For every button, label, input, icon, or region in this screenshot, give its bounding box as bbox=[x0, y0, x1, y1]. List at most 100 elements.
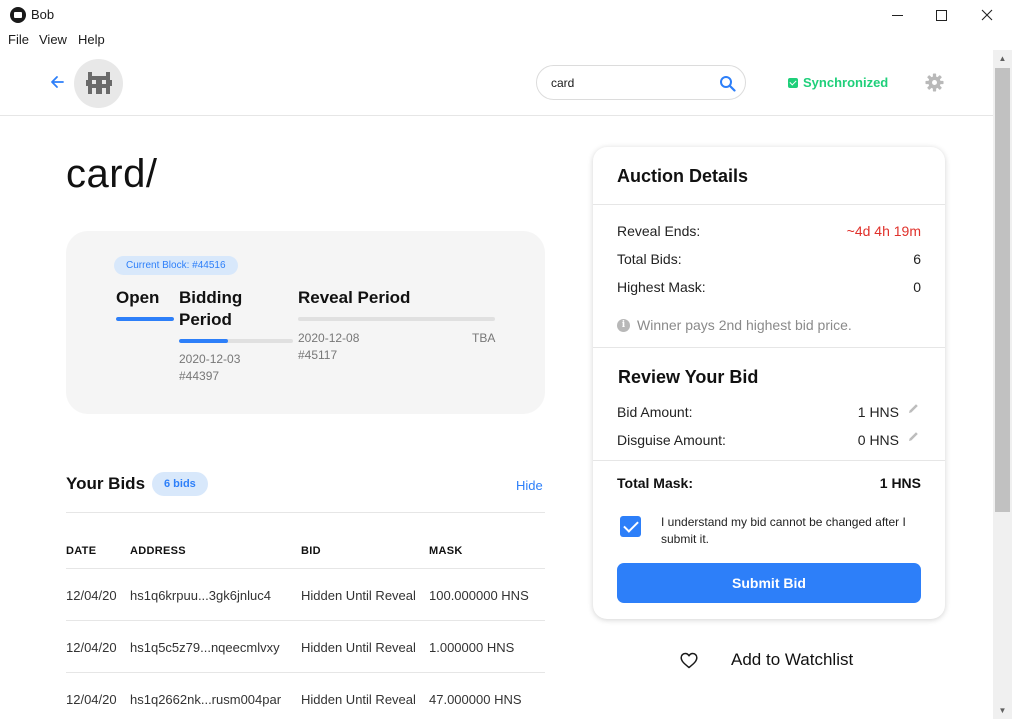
divider bbox=[593, 204, 945, 205]
phase-open: Open bbox=[116, 287, 159, 309]
phase-bidding: Bidding Period bbox=[179, 287, 289, 331]
watchlist-label: Add to Watchlist bbox=[731, 650, 854, 669]
agree-text: I understand my bid cannot be changed af… bbox=[661, 515, 906, 546]
menu-view[interactable]: View bbox=[39, 32, 67, 47]
bid-amount-label: Bid Amount: bbox=[617, 404, 693, 420]
current-block-badge: Current Block: #44516 bbox=[114, 256, 238, 275]
bid-date: 12/04/20 bbox=[66, 588, 117, 603]
hide-bids-link[interactable]: Hide bbox=[516, 478, 543, 493]
bid-date: 12/04/20 bbox=[66, 640, 117, 655]
bid-mask: 47.000000 HNS bbox=[429, 692, 522, 707]
agree-checkbox[interactable] bbox=[620, 516, 641, 537]
search-icon[interactable] bbox=[719, 75, 736, 92]
phase-bidding-fill bbox=[179, 339, 229, 343]
disguise-amount-label: Disguise Amount: bbox=[617, 432, 726, 448]
app-header: Synchronized bbox=[0, 50, 993, 116]
auction-details-title: Auction Details bbox=[617, 166, 749, 186]
bid-address: hs1q5c5z79...nqeecmlvxy bbox=[130, 640, 280, 655]
bid-value: Hidden Until Reveal bbox=[301, 640, 416, 655]
review-bid-title: Review Your Bid bbox=[618, 367, 759, 387]
bid-date: 12/04/20 bbox=[66, 692, 117, 707]
auction-note-text: Winner pays 2nd highest bid price. bbox=[637, 317, 852, 333]
table-divider bbox=[66, 568, 545, 569]
search-input[interactable] bbox=[551, 74, 711, 92]
window-title: Bob bbox=[31, 7, 55, 22]
phase-open-fill bbox=[116, 317, 174, 321]
total-mask-value: 1 HNS bbox=[879, 475, 921, 491]
scrollbar[interactable]: ▲ ▼ bbox=[993, 50, 1012, 719]
phase-bidding-date: 2020-12-03 bbox=[179, 352, 241, 366]
info-icon: i bbox=[617, 318, 630, 332]
bid-address: hs1q6krpuu...3gk6jnluc4 bbox=[130, 588, 271, 603]
scroll-up-icon[interactable]: ▲ bbox=[993, 50, 1012, 67]
total-bids-label: Total Bids: bbox=[617, 251, 682, 267]
bids-section-title: Your Bids bbox=[66, 474, 146, 493]
reveal-ends-label: Reveal Ends: bbox=[617, 223, 701, 239]
auction-details-card: Auction Details Reveal Ends: ~4d 4h 19m … bbox=[593, 147, 945, 619]
search-box[interactable] bbox=[536, 65, 746, 100]
table-divider bbox=[66, 672, 545, 673]
phase-label: Reveal Period bbox=[298, 288, 411, 307]
maximize-icon bbox=[935, 9, 947, 21]
disguise-amount-value: 0 HNS bbox=[857, 432, 899, 448]
table-divider bbox=[66, 620, 545, 621]
phase-label: Bidding Period bbox=[179, 288, 243, 329]
auction-note: i Winner pays 2nd highest bid price. bbox=[617, 317, 852, 333]
column-header-mask: MASK bbox=[429, 545, 463, 557]
close-button[interactable] bbox=[964, 0, 1010, 30]
phase-bidding-block: #44397 bbox=[179, 369, 220, 383]
edit-bid-icon[interactable] bbox=[908, 403, 919, 414]
bid-mask: 100.000000 HNS bbox=[429, 588, 529, 603]
highest-mask-label: Highest Mask: bbox=[617, 279, 706, 295]
phase-label: Open bbox=[116, 288, 160, 307]
scroll-thumb[interactable] bbox=[995, 68, 1010, 512]
bid-mask: 1.000000 HNS bbox=[429, 640, 515, 655]
divider bbox=[593, 347, 945, 348]
add-to-watchlist-button[interactable]: Add to Watchlist bbox=[680, 650, 853, 670]
phase-bidding-bar bbox=[179, 339, 293, 343]
menu-bar: File View Help bbox=[0, 30, 1012, 50]
sync-check-icon bbox=[788, 77, 798, 88]
divider bbox=[593, 460, 945, 461]
bids-count-badge: 6 bids bbox=[152, 472, 208, 496]
bid-value: Hidden Until Reveal bbox=[301, 588, 416, 603]
close-icon bbox=[981, 9, 993, 21]
bid-value: Hidden Until Reveal bbox=[301, 692, 416, 707]
sync-status: Synchronized bbox=[788, 75, 888, 90]
heart-icon bbox=[680, 652, 698, 668]
bid-address: hs1q2662nk...rusm004par bbox=[130, 692, 282, 707]
auction-timeline: Current Block: #44516 Open Bidding Perio… bbox=[66, 231, 545, 414]
title-bar: Bob bbox=[0, 0, 1012, 30]
phase-reveal-block: #45117 bbox=[298, 348, 338, 362]
scroll-down-icon[interactable]: ▼ bbox=[993, 702, 1012, 719]
sync-status-text: Synchronized bbox=[803, 75, 889, 90]
column-header-address: ADDRESS bbox=[130, 545, 186, 557]
reveal-ends-value: ~4d 4h 19m bbox=[846, 223, 921, 239]
bid-amount-value: 1 HNS bbox=[857, 404, 899, 420]
menu-file[interactable]: File bbox=[8, 32, 29, 47]
minimize-button[interactable] bbox=[874, 0, 920, 30]
avatar bbox=[74, 59, 123, 108]
divider bbox=[66, 512, 545, 513]
bob-logo-icon bbox=[10, 7, 26, 23]
total-bids-value: 6 bbox=[913, 251, 921, 267]
submit-bid-button[interactable]: Submit Bid bbox=[617, 563, 921, 603]
menu-help[interactable]: Help bbox=[78, 32, 105, 47]
highest-mask-value: 0 bbox=[913, 279, 921, 295]
phase-reveal: Reveal Period bbox=[298, 287, 410, 309]
arrow-left-icon bbox=[51, 76, 64, 88]
page-title: card/ bbox=[66, 152, 158, 196]
column-header-date: DATE bbox=[66, 545, 97, 557]
column-header-bid: BID bbox=[301, 545, 321, 557]
total-mask-label: Total Mask: bbox=[617, 475, 693, 491]
phase-reveal-date: 2020-12-08 bbox=[298, 331, 360, 345]
pixel-avatar-icon bbox=[85, 71, 112, 94]
phase-reveal-end: TBA bbox=[472, 331, 496, 345]
edit-disguise-icon[interactable] bbox=[908, 431, 919, 442]
phase-reveal-bar bbox=[298, 317, 495, 321]
back-button[interactable] bbox=[50, 74, 64, 92]
gear-icon[interactable] bbox=[925, 73, 944, 92]
maximize-button[interactable] bbox=[918, 0, 964, 30]
phase-open-bar bbox=[116, 317, 174, 321]
minimize-icon bbox=[891, 14, 903, 16]
